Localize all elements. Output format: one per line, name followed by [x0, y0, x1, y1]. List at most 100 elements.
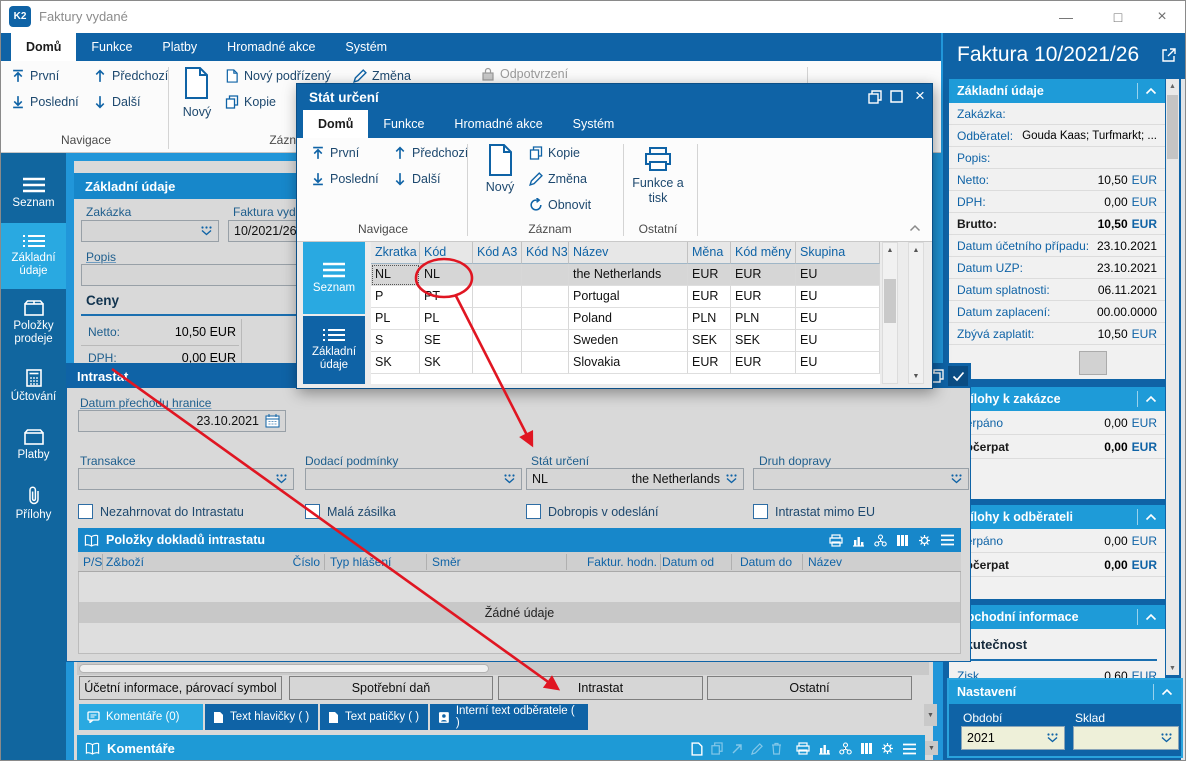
- column-header[interactable]: Měna: [688, 242, 731, 264]
- tab-hromadne-akce[interactable]: Hromadné akce: [212, 33, 330, 61]
- stat-urceni-combo[interactable]: NL the Netherlands: [526, 468, 744, 490]
- dialog-scrollbar[interactable]: ▲ ▼: [908, 242, 924, 384]
- next-button[interactable]: Další: [93, 95, 140, 109]
- scroll-up-button[interactable]: ▲: [909, 243, 923, 257]
- unconfirm-button[interactable]: Odpotvrzení: [481, 67, 568, 81]
- button-intrastat[interactable]: Intrastat: [498, 676, 703, 700]
- dialog-sidebar-zakladni-udaje[interactable]: Základní údaje: [303, 316, 365, 384]
- dialog-next-button[interactable]: Další: [393, 172, 440, 186]
- tab-system[interactable]: Systém: [330, 33, 402, 61]
- previous-button[interactable]: Předchozí: [93, 69, 168, 83]
- dialog-sidebar-seznam[interactable]: Seznam: [303, 242, 365, 314]
- zakazka-combo[interactable]: [81, 220, 219, 242]
- printer-icon[interactable]: [829, 533, 843, 547]
- scrollbar-thumb[interactable]: [79, 664, 489, 673]
- checkbox[interactable]: [305, 504, 320, 519]
- table-row[interactable]: SK SK Slovakia EUR EUR EU: [371, 352, 880, 374]
- network-icon[interactable]: [874, 533, 887, 547]
- scroll-down-button[interactable]: ▼: [1166, 661, 1179, 675]
- sidebar-item-uctovani[interactable]: Účtování: [1, 357, 66, 415]
- checkbox[interactable]: [526, 504, 541, 519]
- column-header[interactable]: Kód měny: [731, 242, 796, 264]
- obdobi-combo[interactable]: 2021: [961, 726, 1065, 750]
- table-scrollbar[interactable]: ▲: [882, 242, 898, 384]
- transakce-combo[interactable]: [78, 468, 294, 490]
- right-panel-scrollbar[interactable]: ▲ ▼: [1166, 79, 1179, 675]
- tab-domu[interactable]: Domů: [11, 33, 77, 61]
- dialog-print-button[interactable]: [643, 146, 673, 177]
- datum-prechodu-field[interactable]: 23.10.2021: [78, 410, 286, 432]
- tab-platby[interactable]: Platby: [147, 33, 212, 61]
- sidebar-item-seznam[interactable]: Seznam: [1, 165, 66, 221]
- dialog-copy-button[interactable]: Kopie: [529, 146, 580, 160]
- druh-dopravy-combo[interactable]: [753, 468, 969, 490]
- column-header[interactable]: Kód N3: [522, 242, 569, 264]
- column-header[interactable]: Skupina: [796, 242, 880, 264]
- open-external-icon[interactable]: [1161, 47, 1177, 63]
- table-row[interactable]: P PT Portugal EUR EUR EU: [371, 286, 880, 308]
- scroll-up-button[interactable]: ▲: [883, 243, 897, 257]
- table-row[interactable]: S SE Sweden SEK SEK EU: [371, 330, 880, 352]
- change-button[interactable]: Změna: [353, 69, 411, 83]
- dialog-new-label[interactable]: Nový: [477, 180, 523, 194]
- scroll-down-button[interactable]: ▼: [924, 704, 937, 726]
- scrollbar-thumb[interactable]: [1167, 95, 1178, 159]
- button-ostatni[interactable]: Ostatní: [707, 676, 912, 700]
- collapse-button[interactable]: [1137, 609, 1157, 625]
- new-child-button[interactable]: Nový podřízený: [225, 69, 331, 83]
- checkbox-nezahrnovat[interactable]: Nezahrnovat do Intrastatu: [78, 504, 244, 519]
- dialog-tab-system[interactable]: Systém: [558, 110, 630, 138]
- scroll-down-button[interactable]: ▼: [909, 369, 923, 383]
- tab-interni-text[interactable]: Interní text odběratele ( ): [430, 704, 588, 730]
- checkbox[interactable]: [78, 504, 93, 519]
- dialog-change-button[interactable]: Změna: [529, 172, 587, 186]
- dialog-last-button[interactable]: Poslední: [311, 172, 379, 186]
- maximize-icon[interactable]: [889, 89, 904, 104]
- dialog-tab-domu[interactable]: Domů: [303, 110, 369, 138]
- menu-icon[interactable]: [940, 534, 955, 546]
- tab-text-hlavicky[interactable]: Text hlavičky ( ): [205, 704, 318, 730]
- checkbox-mala-zasilka[interactable]: Malá zásilka: [305, 504, 396, 519]
- dialog-tab-funkce[interactable]: Funkce: [368, 110, 439, 138]
- scroll-down-button[interactable]: ▼: [925, 741, 938, 755]
- sidebar-item-prilohy[interactable]: Přílohy: [1, 475, 66, 533]
- column-header[interactable]: Kód: [420, 242, 473, 264]
- tab-funkce[interactable]: Funkce: [76, 33, 147, 61]
- button-spotrebni-dan[interactable]: Spotřební daň: [289, 676, 493, 700]
- collapse-button[interactable]: [1137, 509, 1157, 525]
- column-header[interactable]: Název: [569, 242, 688, 264]
- dialog-first-button[interactable]: První: [311, 146, 359, 160]
- close-icon[interactable]: ×: [910, 86, 930, 106]
- sidebar-item-platby[interactable]: Platby: [1, 417, 66, 473]
- new-button[interactable]: [183, 67, 209, 104]
- dodaci-podminky-combo[interactable]: [305, 468, 522, 490]
- checkbox[interactable]: [753, 504, 768, 519]
- tab-komentare[interactable]: Komentáře (0): [79, 704, 203, 730]
- minimize-button[interactable]: —: [1053, 7, 1079, 27]
- gear-icon[interactable]: [918, 534, 931, 547]
- dialog-new-button[interactable]: [487, 144, 513, 181]
- table-row[interactable]: PL PL Poland PLN PLN EU: [371, 308, 880, 330]
- dialog-tab-hromadne-akce[interactable]: Hromadné akce: [439, 110, 557, 138]
- dock-icon[interactable]: [867, 89, 883, 105]
- scroll-up-button[interactable]: ▲: [1166, 79, 1179, 93]
- sidebar-item-polozky-prodeje[interactable]: Položky prodeje: [1, 291, 66, 355]
- button-ucetni-informace[interactable]: Účetní informace, párovací symbol: [79, 676, 282, 700]
- checkbox-mimo-eu[interactable]: Intrastat mimo EU: [753, 504, 875, 519]
- sklad-combo[interactable]: [1073, 726, 1179, 750]
- new-button-label[interactable]: Nový: [175, 105, 219, 119]
- collapse-button[interactable]: [1153, 684, 1173, 700]
- confirm-check-button[interactable]: [948, 366, 968, 386]
- sidebar-item-zakladni-udaje[interactable]: Základní údaje: [1, 223, 66, 289]
- maximize-button[interactable]: □: [1105, 7, 1131, 27]
- close-button[interactable]: ×: [1149, 7, 1175, 27]
- calendar-icon[interactable]: [265, 414, 280, 428]
- checkbox-dobropis[interactable]: Dobropis v odeslání: [526, 504, 658, 519]
- scrollbar-thumb[interactable]: [884, 279, 896, 323]
- first-button[interactable]: První: [11, 69, 59, 83]
- dialog-previous-button[interactable]: Předchozí: [393, 146, 468, 160]
- chart-icon[interactable]: [852, 534, 865, 547]
- horizontal-scrollbar[interactable]: [77, 662, 929, 675]
- columns-icon[interactable]: [896, 534, 909, 547]
- column-header[interactable]: Kód A3: [473, 242, 522, 264]
